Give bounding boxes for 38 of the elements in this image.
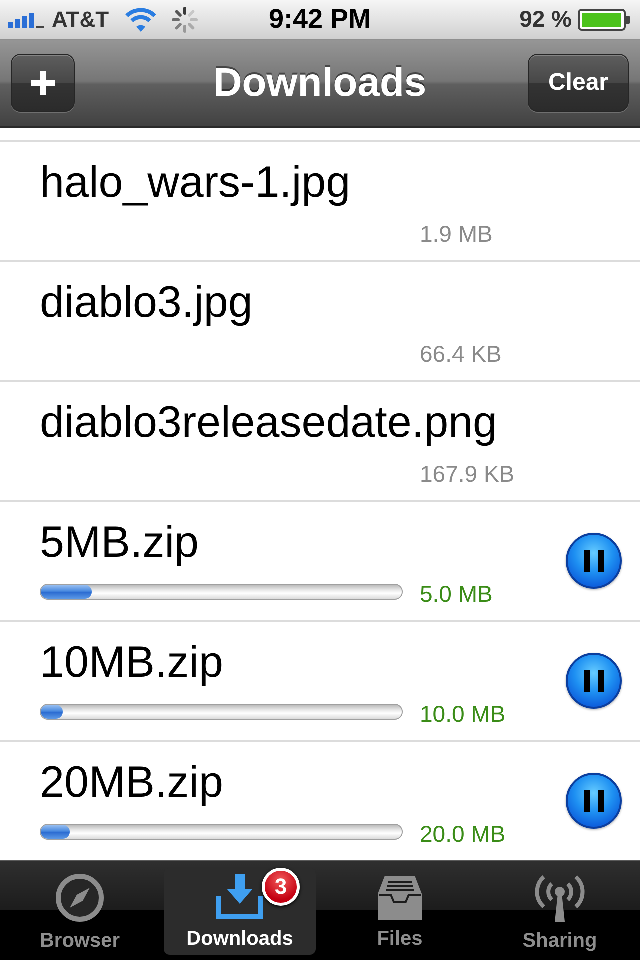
- wifi-icon: [125, 6, 158, 32]
- plus-icon: [31, 71, 55, 95]
- tab[interactable]: Browser: [4, 868, 156, 955]
- file-size: 10.0 MB: [420, 702, 506, 726]
- signal-bars-icon: [8, 12, 44, 28]
- file-size: 66.4 KB: [420, 342, 502, 366]
- antenna-icon: [533, 874, 587, 922]
- battery-icon: [578, 8, 632, 32]
- file-drawer-icon: [376, 874, 424, 920]
- file-name: halo_wars-1.jpg: [40, 161, 351, 205]
- add-button[interactable]: [11, 54, 75, 112]
- file-size: 167.9 KB: [420, 462, 515, 486]
- carrier-name: AT&T: [52, 6, 110, 32]
- file-name: 10MB.zip: [40, 641, 224, 685]
- compass-icon: [56, 874, 104, 922]
- clear-button[interactable]: Clear: [528, 54, 629, 112]
- screen-title: Downloads: [213, 60, 427, 106]
- file-size: 20.0 MB: [420, 822, 506, 846]
- clock-time: 9:42 PM: [268, 4, 372, 35]
- pause-button[interactable]: [566, 533, 622, 589]
- pause-button[interactable]: [566, 653, 622, 709]
- file-name: diablo3releasedate.png: [40, 401, 498, 445]
- download-icon: [216, 874, 264, 920]
- battery-percentage: 92 %: [520, 6, 572, 33]
- file-size: 1.9 MB: [420, 222, 493, 246]
- file-size: 5.0 MB: [420, 582, 493, 606]
- tab[interactable]: Sharing: [484, 868, 636, 955]
- spinner-icon: [171, 6, 200, 34]
- pause-icon: [584, 670, 604, 692]
- file-name: 20MB.zip: [40, 761, 224, 805]
- pause-icon: [584, 790, 604, 812]
- pause-button[interactable]: [566, 773, 622, 829]
- tab[interactable]: Files: [324, 868, 476, 955]
- pause-icon: [584, 550, 604, 572]
- file-name: 5MB.zip: [40, 521, 199, 565]
- tab[interactable]: Downloads 3: [164, 868, 316, 955]
- file-name: diablo3.jpg: [40, 281, 253, 325]
- notification-badge: 3: [262, 868, 300, 906]
